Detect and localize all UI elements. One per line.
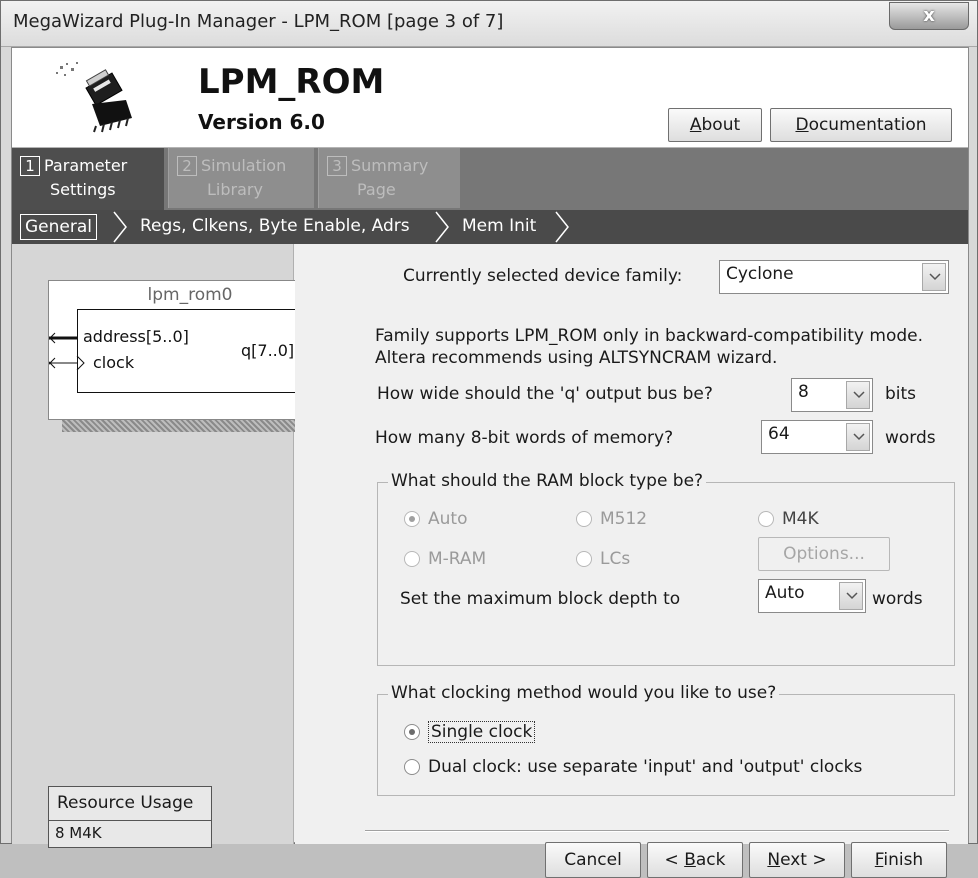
ram-block-group-title: What should the RAM block type be? [388, 471, 707, 491]
component-name: LPM_ROM [198, 62, 385, 102]
chevron-right-icon [435, 211, 449, 243]
resource-usage-value: 8 M4K [55, 824, 102, 842]
wizard-client-area: LPM_ROM Version 6.0 About Documentation … [11, 47, 969, 878]
tab-parameter-settings[interactable]: 1 Parameter Settings [12, 148, 164, 210]
radio-label: Auto [428, 509, 468, 529]
tab-label: Summary [351, 156, 429, 175]
documentation-button[interactable]: Documentation [770, 108, 952, 142]
tab-label: Simulation [201, 156, 287, 175]
chevron-right-icon [113, 211, 127, 243]
compat-message-line1: Family supports LPM_ROM only in backward… [375, 326, 924, 346]
radio-indicator [404, 551, 420, 567]
component-version: Version 6.0 [198, 110, 325, 134]
radio-ram-lcs[interactable]: LCs [576, 549, 630, 569]
tab-number: 1 [20, 156, 40, 176]
radio-label: Single clock [428, 721, 536, 743]
word-count-select[interactable]: 64 [761, 420, 873, 454]
radio-indicator [404, 511, 420, 527]
radio-ram-auto[interactable]: Auto [404, 509, 467, 529]
wizard-header: LPM_ROM Version 6.0 About Documentation [12, 48, 968, 148]
about-button[interactable]: About [668, 108, 762, 142]
breadcrumb-general[interactable]: General [20, 214, 97, 240]
radio-ram-mram[interactable]: M-RAM [404, 549, 486, 569]
resource-usage-header: Resource Usage [49, 787, 211, 821]
tab-label-line2: Settings [50, 180, 116, 199]
finish-button[interactable]: Finish [851, 842, 947, 878]
next-button[interactable]: Next > [749, 842, 845, 878]
port-address: address[5..0] [83, 327, 189, 346]
tab-label-line2: Library [207, 180, 263, 199]
megawizard-window: MegaWizard Plug-In Manager - LPM_ROM [pa… [0, 0, 978, 878]
radio-indicator [576, 551, 592, 567]
max-depth-label: Set the maximum block depth to [400, 589, 681, 609]
close-button[interactable]: x [889, 2, 969, 30]
word-count-unit: words [885, 428, 936, 448]
port-clock: clock [93, 353, 135, 372]
resource-usage-table: Resource Usage 8 M4K [48, 786, 212, 848]
tab-label-line2: Page [357, 180, 396, 199]
radio-label: M4K [782, 509, 819, 529]
options-button[interactable]: Options... [758, 537, 890, 571]
clocking-group: What clocking method would you like to u… [377, 683, 955, 796]
tab-simulation-library[interactable]: 2 Simulation Library [168, 148, 314, 208]
device-family-select[interactable]: Cyclone [719, 260, 949, 294]
max-depth-value: Auto [765, 583, 805, 603]
wizard-tabs: 1 Parameter Settings 2 Simulation Library … [12, 148, 968, 210]
tab-number: 3 [327, 156, 347, 176]
radio-label: Dual clock: use separate 'input' and 'ou… [428, 757, 863, 777]
radio-dual-clock[interactable]: Dual clock: use separate 'input' and 'ou… [404, 757, 862, 777]
chevron-down-icon[interactable] [846, 381, 870, 409]
parameter-form: Currently selected device family: Cyclon… [295, 244, 968, 878]
port-q: q[7..0] [241, 341, 295, 360]
tab-label: Parameter [44, 156, 128, 175]
radio-single-clock[interactable]: Single clock [404, 721, 536, 743]
word-count-label: How many 8-bit words of memory? [375, 428, 674, 448]
tab-summary-page[interactable]: 3 Summary Page [318, 148, 460, 208]
radio-indicator [404, 724, 420, 740]
breadcrumb-mem-init[interactable]: Mem Init [462, 214, 536, 238]
window-title: MegaWizard Plug-In Manager - LPM_ROM [pa… [13, 11, 504, 32]
radio-label: LCs [600, 549, 631, 569]
max-depth-unit: words [872, 589, 923, 609]
max-depth-select[interactable]: Auto [758, 579, 866, 613]
radio-ram-m4k[interactable]: M4K [758, 509, 819, 529]
cancel-button[interactable]: Cancel [545, 842, 641, 878]
breadcrumb-regs[interactable]: Regs, Clkens, Byte Enable, Adrs [140, 214, 410, 238]
output-width-select[interactable]: 8 [791, 378, 873, 412]
output-width-value: 8 [798, 382, 809, 402]
radio-ram-m512[interactable]: M512 [576, 509, 647, 529]
ram-block-group: What should the RAM block type be? Auto … [377, 471, 955, 666]
chip-wizard-icon [52, 60, 142, 136]
symbol-block: lpm_rom0 address[5..0] clock q[7..0] [48, 280, 331, 420]
chevron-right-icon [555, 211, 569, 243]
device-family-value: Cyclone [726, 264, 794, 284]
device-family-label: Currently selected device family: [403, 266, 683, 286]
title-bar: MegaWizard Plug-In Manager - LPM_ROM [pa… [1, 1, 977, 47]
output-width-unit: bits [885, 384, 917, 404]
clocking-group-title: What clocking method would you like to u… [388, 683, 780, 703]
chevron-down-icon[interactable] [839, 582, 863, 610]
chevron-down-icon[interactable] [922, 263, 946, 291]
radio-label: M-RAM [428, 549, 487, 569]
word-count-value: 64 [768, 424, 790, 444]
back-button[interactable]: < Back [647, 842, 743, 878]
symbol-pane: lpm_rom0 address[5..0] clock q[7..0] Res… [12, 244, 342, 848]
radio-label: M512 [600, 509, 648, 529]
radio-indicator [576, 511, 592, 527]
radio-indicator [404, 759, 420, 775]
output-width-label: How wide should the 'q' output bus be? [377, 384, 713, 404]
radio-indicator [758, 511, 774, 527]
compat-message-line2: Altera recommends using ALTSYNCRAM wizar… [375, 348, 778, 368]
breadcrumb: General Regs, Clkens, Byte Enable, Adrs … [12, 210, 968, 244]
chevron-down-icon[interactable] [846, 423, 870, 451]
footer-separator [365, 830, 949, 832]
tab-number: 2 [177, 156, 197, 176]
